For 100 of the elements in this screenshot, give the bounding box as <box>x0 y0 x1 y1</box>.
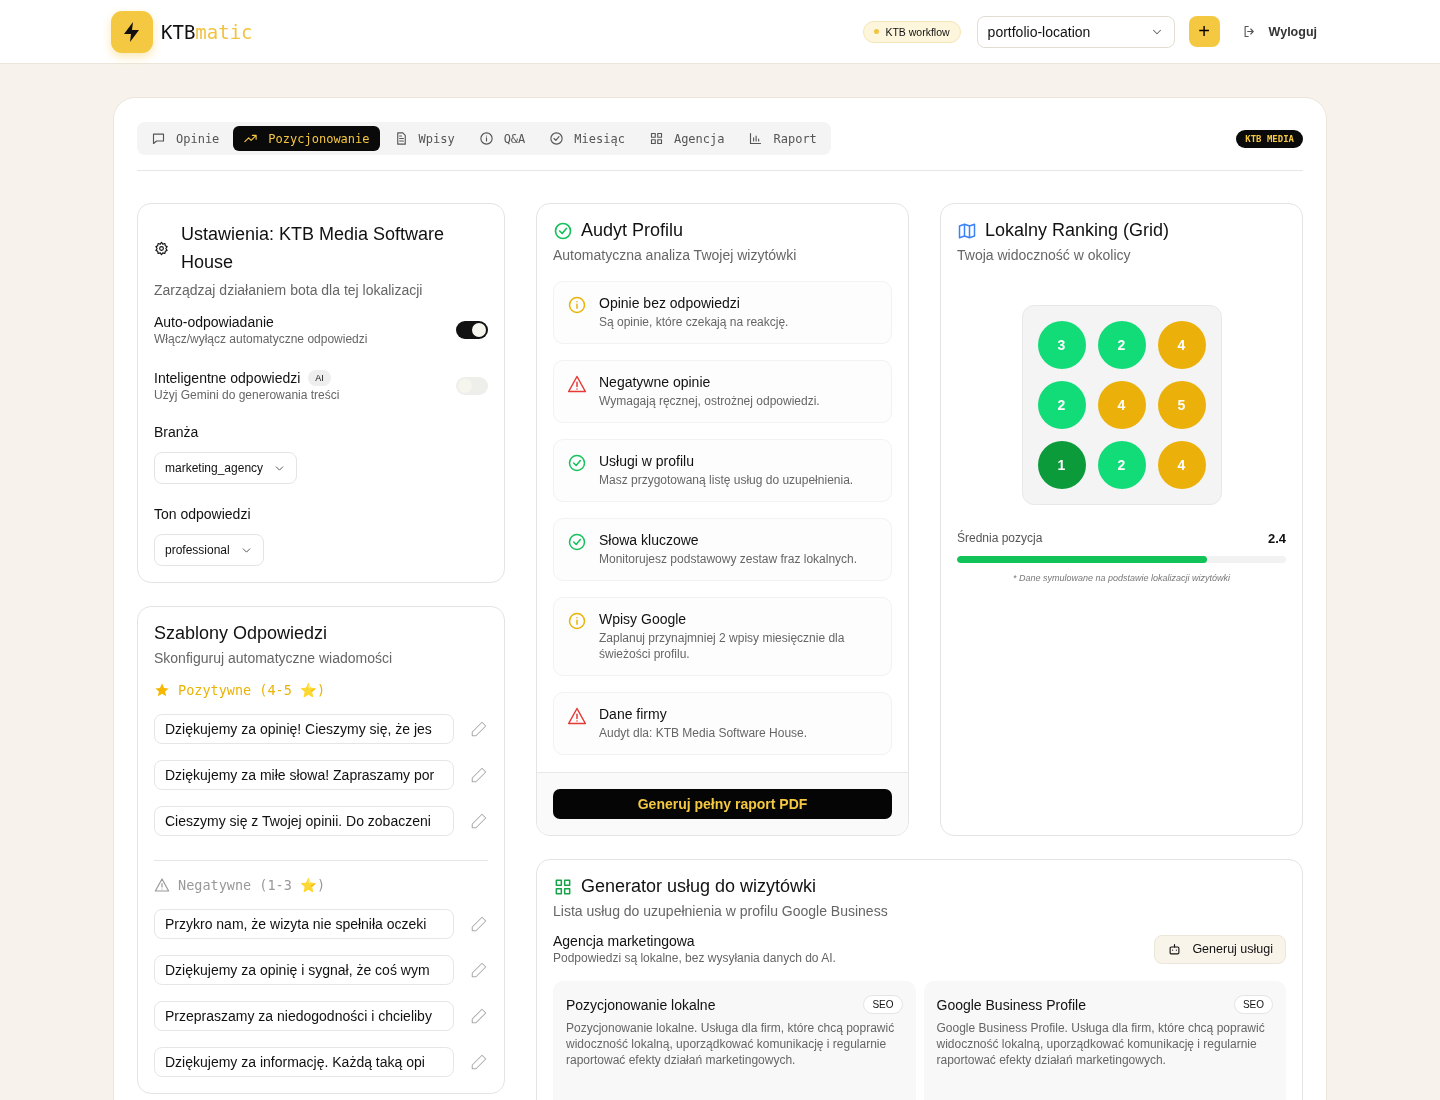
setting-description: Włącz/wyłącz automatyczne odpowiedzi <box>154 332 368 346</box>
pdf-report-button[interactable]: Generuj pełny raport PDF <box>553 789 892 819</box>
service-tag: SEO <box>863 995 903 1014</box>
rank-dot: 5 <box>1157 381 1206 429</box>
logout-button[interactable]: Wyloguj <box>1241 24 1317 39</box>
toggle-switch[interactable] <box>456 321 488 339</box>
template-field[interactable]: Dziękujemy za informację. Każdą taką opi <box>154 1047 454 1077</box>
template-field[interactable]: Przykro nam, że wizyta nie spełniła oczeki <box>154 909 454 939</box>
audit-title: Opinie bez odpowiedzi <box>599 295 741 311</box>
field-label: Branża <box>154 424 200 440</box>
lightning-logo-icon <box>111 10 153 53</box>
audit-text: Audyt dla: KTB Media Software House. <box>599 725 808 741</box>
template-field[interactable]: Dziękujemy za opinię i sygnał, że coś wym <box>154 955 454 985</box>
pencil-icon <box>470 766 488 784</box>
gear-icon <box>154 240 169 256</box>
service-description: Pozycjonowanie lokalne. Usługa dla firm, które chcą poprawić widoczność lokalną, uporządkować komunikację i regularnie raportować efekty działań marketingowych. <box>566 1020 896 1068</box>
card-subtitle: Skonfiguruj automatyczne wiadomości <box>154 650 394 666</box>
service-title: Google Business Profile <box>936 996 1086 1013</box>
logout-icon <box>1241 24 1257 39</box>
category-note: Podpowiedzi są lokalne, bez wysyłania danych do AI. <box>553 951 836 965</box>
tab[interactable]: Miesiąc <box>539 126 635 151</box>
card-subtitle: Zarządzaj działaniem bota dla tej lokalizacji <box>154 282 424 298</box>
brand-badge: KTB MEDIA <box>1236 129 1303 148</box>
card-subtitle: Twoja widoczność w okolicy <box>957 247 1132 263</box>
rank-dot: 2 <box>1097 441 1146 489</box>
audit-text: Zaplanuj przynajmniej 2 wpisy miesięcznie dla świeżości profilu. <box>599 630 846 662</box>
tab[interactable]: Wpisy <box>383 126 465 151</box>
add-button[interactable]: + <box>1188 16 1220 47</box>
check-circle-icon <box>567 532 587 552</box>
tab[interactable]: Raport <box>738 126 827 151</box>
rank-dot: 4 <box>1157 321 1206 369</box>
grid-icon <box>648 131 664 146</box>
average-label: Średnia pozycja <box>957 531 1043 546</box>
rank-dot: 4 <box>1097 381 1146 429</box>
setting-description: Użyj Gemini do generowania treści <box>154 388 340 402</box>
warning-icon <box>154 877 170 893</box>
audit-text: Są opinie, które czekają na reakcję. <box>599 314 789 330</box>
card-title: Lokalny Ranking (Grid) <box>985 220 1170 241</box>
tab[interactable]: Pozycjonowanie <box>233 126 380 151</box>
template-field[interactable]: Przepraszamy za niedogodności i chcieliby <box>154 1001 454 1031</box>
field-label: Ton odpowiedzi <box>154 506 252 522</box>
chat-icon <box>151 131 166 146</box>
audit-text: Wymagają ręcznej, ostrożnej odpowiedzi. <box>599 393 820 409</box>
audit-title: Słowa kluczowe <box>599 532 700 548</box>
card-subtitle: Automatyczna analiza Twojej wizytówki <box>553 247 798 263</box>
pencil-icon <box>470 1007 488 1025</box>
tab[interactable]: Agencja <box>638 126 735 151</box>
dropdown[interactable]: marketing_agency <box>154 452 298 484</box>
template-field[interactable]: Dziękujemy za opinię! Cieszymy się, że jes <box>154 714 454 744</box>
brand-name: matic <box>195 20 253 43</box>
service-tag: SEO <box>1233 995 1273 1014</box>
workflow-badge: KTB workflow <box>863 20 961 43</box>
pencil-icon <box>470 720 488 738</box>
star-icon <box>154 682 170 698</box>
warning-icon <box>567 706 587 726</box>
rank-dot: 3 <box>1037 321 1086 369</box>
group-heading: Pozytywne (4-5 ⭐) <box>178 682 326 698</box>
info-icon <box>567 611 587 631</box>
rank-dot: 4 <box>1157 441 1206 489</box>
category-name: Agencja marketingowa <box>553 933 696 949</box>
tab[interactable]: Opinie <box>141 126 230 151</box>
info-icon <box>567 295 587 315</box>
rank-dot: 2 <box>1097 321 1146 369</box>
average-value: 2.4 <box>1267 531 1286 546</box>
dropdown[interactable]: professional <box>154 534 264 566</box>
rank-dot: 1 <box>1037 441 1086 489</box>
audit-text: Masz przygotowaną listę usług do uzupełnienia. <box>599 472 854 488</box>
rank-dot: 2 <box>1037 381 1086 429</box>
template-field[interactable]: Cieszymy się z Twojej opinii. Do zobaczeni <box>154 806 454 836</box>
pencil-icon <box>470 915 488 933</box>
card-title: Audyt Profilu <box>581 220 684 241</box>
card-title: Szablony Odpowiedzi <box>154 623 329 644</box>
pencil-icon <box>470 812 488 830</box>
robot-icon <box>1167 941 1183 957</box>
audit-title: Wpisy Google <box>599 611 688 627</box>
check-circle-icon <box>567 453 587 473</box>
card-title: Generator usług do wizytówki <box>581 876 817 897</box>
card-title: Ustawienia: KTB Media Software House <box>181 223 446 274</box>
setting-label: Inteligentne odpowiedzi <box>154 370 301 386</box>
bar-chart-icon <box>748 131 764 146</box>
template-field[interactable]: Dziękujemy za miłe słowa! Zapraszamy por <box>154 760 454 790</box>
pencil-icon <box>470 1053 488 1071</box>
audit-title: Usługi w profilu <box>599 453 695 469</box>
setting-label: Auto-odpowiadanie <box>154 314 274 330</box>
service-description: Google Business Profile. Usługa dla firm, które chcą poprawić widoczność lokalną, uporządkować komunikację i regularnie raportować efekty działań marketingowych. <box>936 1020 1266 1068</box>
audit-title: Negatywne opinie <box>599 374 712 390</box>
brand-name: KTB <box>161 20 196 43</box>
check-circle-icon <box>549 131 565 146</box>
card-subtitle: Lista usług do uzupełnienia w profilu Google Business <box>553 903 889 919</box>
ai-badge: AI <box>308 370 331 386</box>
audit-text: Monitorujesz podstawowy zestaw fraz lokalnych. <box>599 551 858 567</box>
generate-services-button[interactable]: Generuj usługi <box>1154 934 1286 964</box>
location-select[interactable]: portfolio-location <box>976 15 1175 48</box>
service-title: Pozycjonowanie lokalne <box>566 996 716 1013</box>
tab[interactable]: Q&A <box>468 126 536 151</box>
warning-icon <box>567 374 587 394</box>
pencil-icon <box>470 961 488 979</box>
group-heading: Negatywne (1-3 ⭐) <box>178 877 326 893</box>
audit-title: Dane firmy <box>599 706 668 722</box>
check-circle-icon <box>553 220 573 241</box>
